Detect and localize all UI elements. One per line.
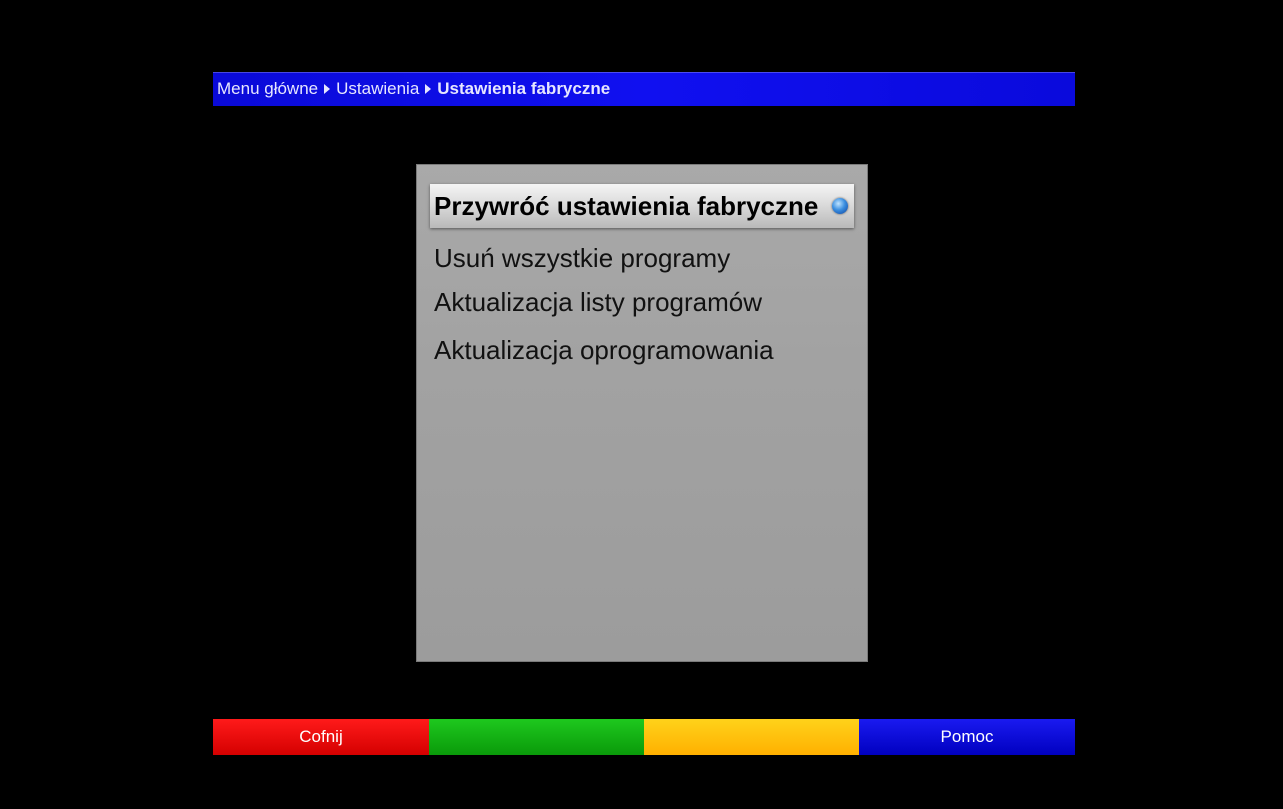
menu-item-label: Aktualizacja oprogramowania [434, 334, 774, 365]
tv-screen: Menu główne Ustawienia Ustawienia fabryc… [0, 0, 1283, 809]
breadcrumb-item-settings[interactable]: Ustawienia [336, 79, 419, 99]
red-button-label: Cofnij [299, 727, 343, 746]
menu-item-update-program-list[interactable]: Aktualizacja listy programów [430, 280, 854, 324]
breadcrumb-item-factory-settings: Ustawienia fabryczne [437, 79, 611, 98]
menu-item-label: Przywróć ustawienia fabryczne [434, 190, 819, 221]
red-button-back[interactable]: Cofnij [213, 719, 429, 755]
breadcrumb-separator-icon [425, 84, 432, 94]
breadcrumb-separator-icon [324, 84, 331, 94]
menu-panel: Przywróć ustawienia fabryczne Usuń wszys… [416, 164, 868, 662]
ok-icon [832, 198, 848, 214]
blue-button-help[interactable]: Pomoc [859, 719, 1075, 755]
breadcrumb-item-main-menu[interactable]: Menu główne [217, 79, 318, 99]
yellow-button[interactable] [644, 719, 859, 755]
green-button[interactable] [429, 719, 644, 755]
blue-button-label: Pomoc [940, 727, 994, 746]
menu-item-label: Usuń wszystkie programy [434, 242, 731, 273]
breadcrumb: Menu główne Ustawienia Ustawienia fabryc… [213, 72, 1075, 106]
menu-item-software-update[interactable]: Aktualizacja oprogramowania [430, 328, 854, 372]
menu-item-delete-all-programs[interactable]: Usuń wszystkie programy [430, 236, 854, 280]
menu-item-label: Aktualizacja listy programów [434, 286, 763, 317]
menu-item-restore-factory-settings[interactable]: Przywróć ustawienia fabryczne [430, 184, 854, 228]
